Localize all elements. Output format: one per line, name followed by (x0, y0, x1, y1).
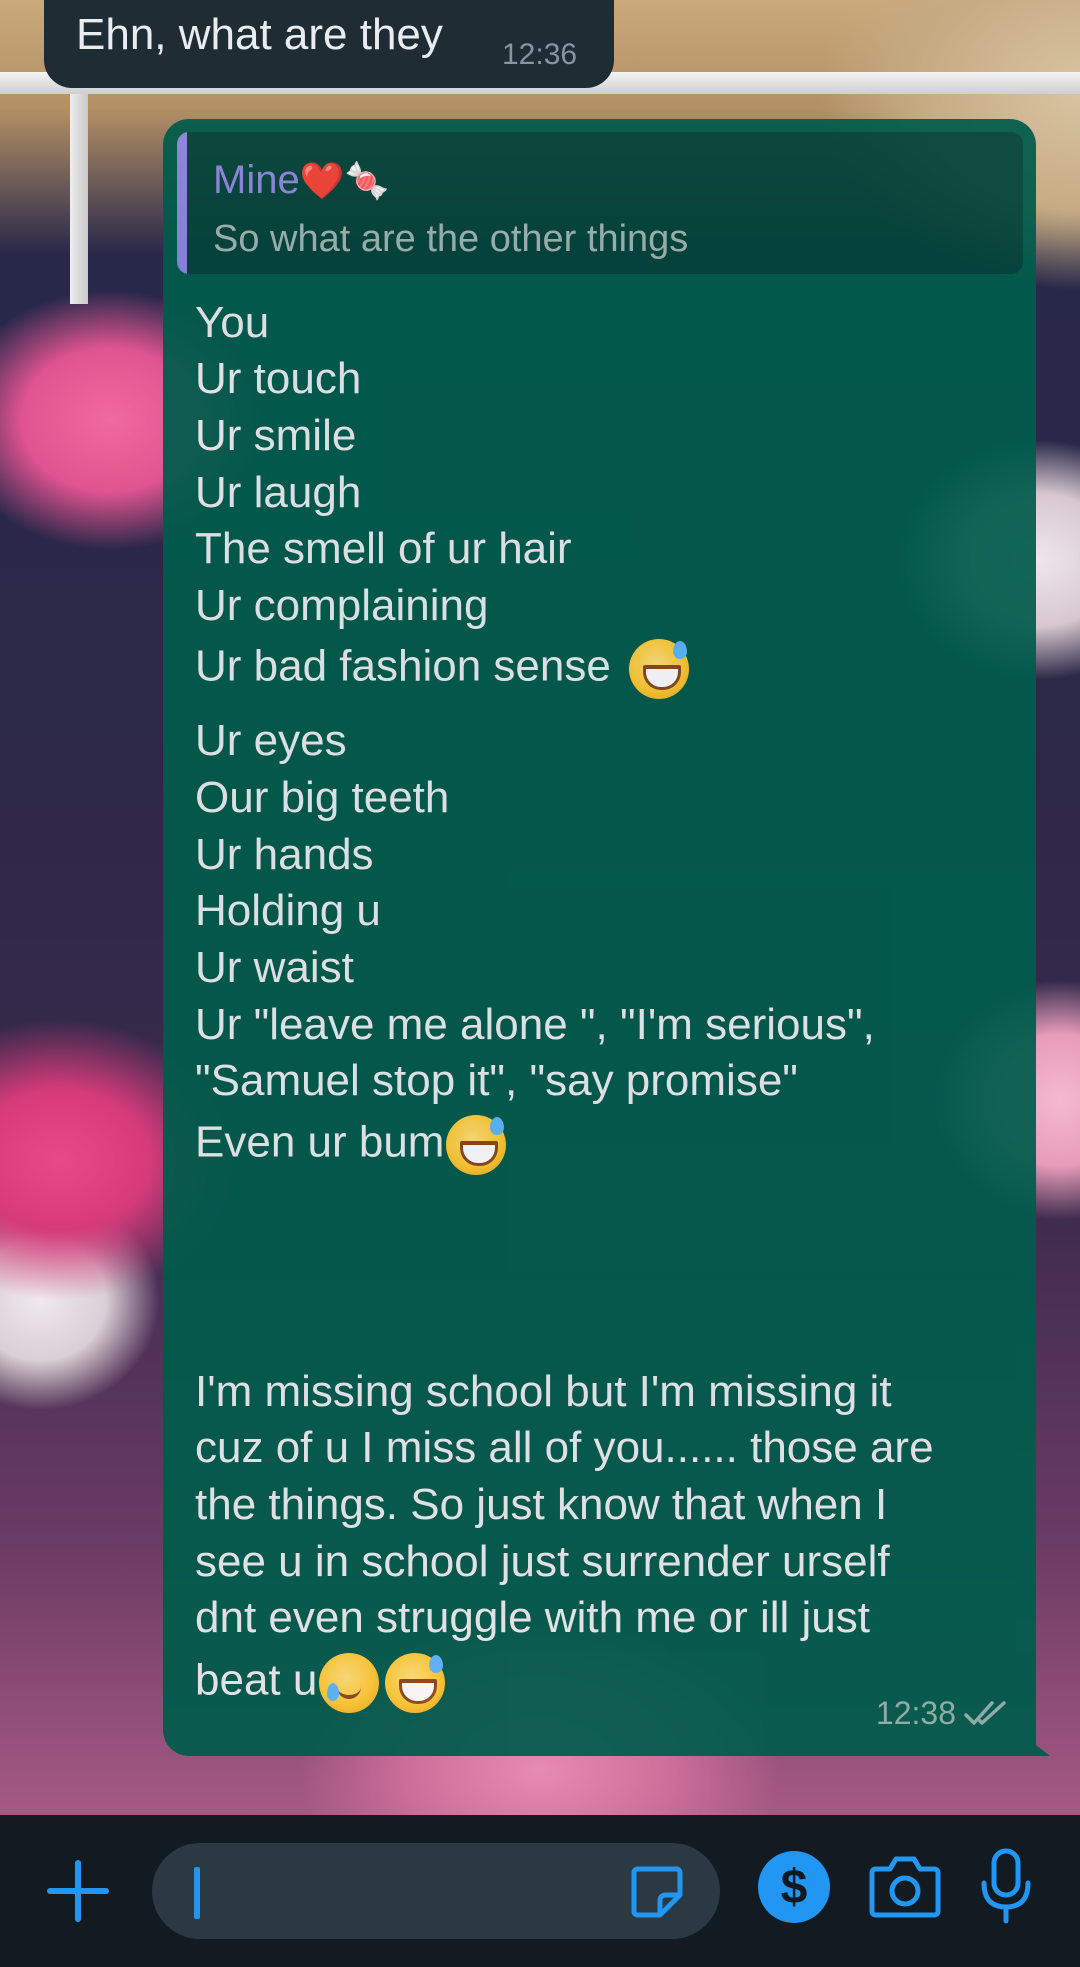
mic-icon[interactable] (978, 1847, 1034, 1927)
message-line: see u in school just surrender urself (195, 1537, 890, 1586)
camera-icon[interactable] (868, 1851, 942, 1923)
double-check-icon (964, 1700, 1006, 1725)
grinning-sweat-emoji-icon (629, 639, 690, 699)
received-message-text: Ehn, what are they (76, 10, 443, 59)
grinning-sweat-emoji-icon (385, 1653, 446, 1713)
message-line-with-emoji: Ur bad fashion sense (195, 639, 690, 699)
bubble-tail (1022, 1734, 1050, 1756)
message-line-text: Ur bad fashion sense (195, 641, 624, 691)
message-line: Ur hands (195, 830, 374, 879)
message-line: Ur touch (195, 354, 362, 403)
plus-icon[interactable] (46, 1859, 110, 1923)
message-line: Ur "leave me alone ", "I'm serious", (195, 1000, 875, 1049)
quote-author-emoji: ❤️🍬 (299, 160, 390, 201)
quote-author-name: Mine (213, 158, 300, 202)
message-line-text: beat u (195, 1655, 318, 1705)
sent-message-time: 12:38 (875, 1695, 956, 1731)
payment-icon[interactable]: $ (758, 1851, 830, 1923)
message-line: Holding u (195, 886, 381, 935)
quote-author: Mine❤️🍬 (213, 158, 389, 203)
message-line: "Samuel stop it", "say promise" (195, 1056, 798, 1105)
message-line-with-emoji: beat u (195, 1653, 446, 1713)
message-input[interactable] (152, 1843, 720, 1939)
message-line-with-emoji: Even ur bum (195, 1115, 507, 1175)
message-line: Ur waist (195, 943, 354, 992)
message-line: I'm missing school but I'm missing it (195, 1367, 892, 1416)
message-line-text: Even ur bum (195, 1117, 445, 1167)
message-line: cuz of u I miss all of you...... those a… (195, 1423, 934, 1472)
message-line: You (195, 298, 270, 347)
smiling-tear-emoji-icon (319, 1653, 380, 1713)
message-line: The smell of ur hair (195, 524, 572, 573)
message-line: the things. So just know that when I (195, 1480, 888, 1529)
quote-text: So what are the other things (213, 218, 689, 260)
quote-accent-bar (177, 132, 187, 274)
message-line: Ur smile (195, 411, 357, 460)
message-line: Ur complaining (195, 581, 489, 630)
grinning-sweat-emoji-icon (446, 1115, 507, 1175)
message-line: Ur eyes (195, 716, 347, 765)
text-cursor (194, 1867, 200, 1919)
sent-message-bubble[interactable]: Mine❤️🍬 So what are the other things You… (163, 119, 1050, 1756)
composer-bar: $ (0, 1815, 1080, 1967)
payment-symbol: $ (780, 1860, 808, 1914)
received-message-time: 12:36 (502, 38, 578, 71)
message-line: dnt even struggle with me or ill just (195, 1593, 870, 1642)
message-line: Our big teeth (195, 773, 450, 822)
wallpaper-bed-post (70, 94, 88, 304)
message-meta: 12:38 (876, 1695, 1010, 1732)
received-message-bubble[interactable]: Ehn, what are they 12:36 (44, 0, 614, 88)
sticker-icon[interactable] (628, 1863, 686, 1921)
quoted-reply[interactable]: Mine❤️🍬 So what are the other things (177, 132, 1023, 274)
message-line: Ur laugh (195, 468, 362, 517)
